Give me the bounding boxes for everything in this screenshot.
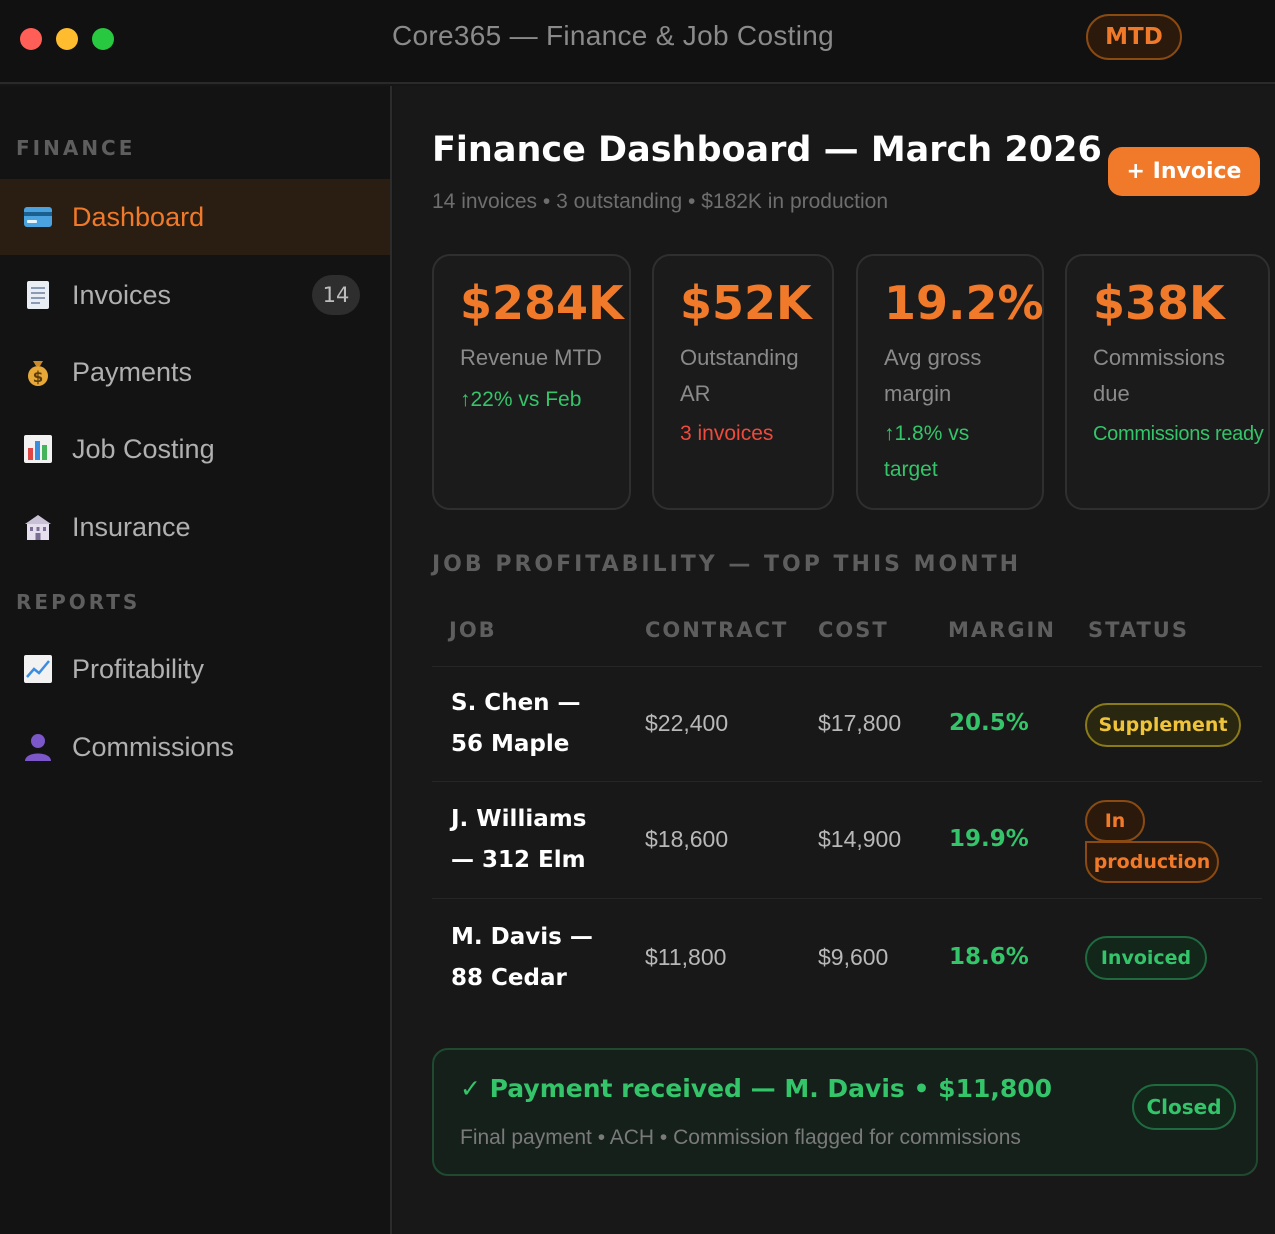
- job-line: — 312 Elm: [451, 847, 586, 873]
- invoice-count-badge: 14: [312, 275, 360, 315]
- kpi-value: 19.2%: [884, 276, 1044, 330]
- cost-cell: $17,800: [818, 710, 902, 736]
- table-title: JOB PROFITABILITY — TOP THIS MONTH: [432, 552, 1022, 577]
- kpi-trend: ↑22% vs Feb: [460, 388, 582, 411]
- margin-cell: 19.9%: [949, 826, 1029, 852]
- sidebar-item-insurance[interactable]: Insurance: [0, 489, 390, 565]
- job-line: J. Williams: [451, 806, 587, 832]
- period-selector[interactable]: MTD: [1086, 14, 1182, 60]
- trend-chart-icon: [22, 653, 54, 685]
- sidebar-item-job-costing[interactable]: Job Costing: [0, 411, 390, 487]
- kpi-value: $52K: [680, 276, 812, 330]
- cost-cell: $9,600: [818, 944, 889, 970]
- kpi-card-gross-margin[interactable]: 19.2% Avg gross margin ↑1.8% vs target: [856, 254, 1044, 510]
- kpi-label: Outstanding AR: [680, 340, 799, 412]
- sidebar-item-label: Job Costing: [72, 433, 215, 464]
- column-header-margin[interactable]: MARGIN: [948, 618, 1056, 642]
- kpi-label-line: Commissions: [1093, 345, 1226, 370]
- bar-chart-icon: [22, 433, 54, 465]
- status-badge: In: [1085, 800, 1145, 842]
- window-title: Core365 — Finance & Job Costing: [392, 20, 834, 51]
- contract-cell: $22,400: [645, 710, 729, 736]
- job-cell: J. Williams — 312 Elm: [451, 799, 621, 881]
- payment-notice[interactable]: ✓ Payment received — M. Davis • $11,800 …: [432, 1048, 1258, 1176]
- title-bar: Core365 — Finance & Job Costing MTD: [0, 0, 1275, 84]
- status-badge: Supplement: [1085, 703, 1241, 747]
- column-header-status[interactable]: STATUS: [1088, 618, 1189, 642]
- person-icon: [22, 731, 54, 763]
- svg-text:$: $: [33, 368, 43, 386]
- cost-cell: $14,900: [818, 826, 902, 852]
- kpi-label: Avg gross margin: [884, 340, 981, 412]
- status-badge: production: [1085, 841, 1219, 883]
- status-badge: Invoiced: [1085, 936, 1207, 980]
- building-icon: [22, 511, 54, 543]
- job-line: 56 Maple: [451, 731, 570, 757]
- job-line: M. Davis —: [451, 924, 593, 950]
- sidebar: FINANCE Dashboard Invoices 14 $ Payments…: [0, 86, 392, 1234]
- kpi-note-line: ↑1.8% vs: [884, 422, 970, 445]
- job-cell: M. Davis — 88 Cedar: [451, 917, 621, 999]
- row-divider: [432, 781, 1262, 782]
- sidebar-item-label: Payments: [72, 356, 193, 387]
- margin-cell: 18.6%: [949, 944, 1029, 970]
- contract-cell: $18,600: [645, 826, 729, 852]
- closed-badge: Closed: [1132, 1084, 1236, 1130]
- kpi-card-outstanding-ar[interactable]: $52K Outstanding AR 3 invoices: [652, 254, 834, 510]
- sidebar-item-payments[interactable]: $ Payments: [0, 334, 390, 410]
- sidebar-section-finance: FINANCE: [16, 136, 136, 160]
- close-window-button[interactable]: [20, 28, 42, 50]
- sidebar-item-dashboard[interactable]: Dashboard: [0, 179, 390, 255]
- kpi-value: $284K: [460, 276, 624, 330]
- sidebar-item-label: Dashboard: [72, 201, 205, 232]
- contract-cell: $11,800: [645, 944, 727, 970]
- kpi-label-line: Outstanding: [680, 345, 799, 370]
- kpi-label: Commissions due: [1093, 340, 1225, 412]
- sidebar-item-profitability[interactable]: Profitability: [0, 631, 390, 707]
- new-invoice-button[interactable]: + Invoice: [1108, 147, 1260, 196]
- sidebar-item-label: Commissions: [72, 731, 235, 762]
- sidebar-item-invoices[interactable]: Invoices 14: [0, 257, 390, 333]
- row-divider: [432, 666, 1262, 667]
- maximize-window-button[interactable]: [92, 28, 114, 50]
- payment-notice-title: ✓ Payment received — M. Davis • $11,800: [460, 1074, 1053, 1103]
- kpi-label-line: Avg gross: [884, 345, 982, 370]
- sidebar-section-reports: REPORTS: [16, 590, 141, 614]
- kpi-value: $38K: [1093, 276, 1225, 330]
- job-line: S. Chen —: [451, 690, 581, 716]
- payment-notice-subtitle: Final payment • ACH • Commission flagged…: [460, 1126, 1021, 1149]
- row-divider: [432, 898, 1262, 899]
- main-content: Finance Dashboard — March 2026 14 invoic…: [394, 86, 1275, 1234]
- kpi-trend: ↑1.8% vs target: [884, 416, 969, 488]
- kpi-card-commissions[interactable]: $38K Commissions due Commissions ready: [1065, 254, 1270, 510]
- sidebar-item-label: Profitability: [72, 653, 205, 684]
- kpi-label-line: margin: [884, 381, 952, 406]
- kpi-label: Revenue MTD: [460, 345, 602, 370]
- document-icon: [22, 279, 54, 311]
- kpi-note: Commissions ready: [1093, 423, 1264, 445]
- column-header-cost[interactable]: COST: [818, 618, 889, 642]
- margin-cell: 20.5%: [949, 710, 1029, 736]
- sidebar-item-commissions[interactable]: Commissions: [0, 709, 390, 785]
- kpi-note: 3 invoices: [680, 422, 774, 445]
- minimize-window-button[interactable]: [56, 28, 78, 50]
- page-subtitle: 14 invoices • 3 outstanding • $182K in p…: [432, 190, 889, 213]
- job-line: 88 Cedar: [451, 965, 567, 991]
- kpi-card-revenue[interactable]: $284K Revenue MTD ↑22% vs Feb: [432, 254, 631, 510]
- sidebar-item-label: Invoices: [72, 279, 172, 310]
- sidebar-item-label: Insurance: [72, 511, 191, 542]
- column-header-job[interactable]: JOB: [449, 618, 497, 642]
- credit-card-icon: [22, 201, 54, 233]
- money-bag-icon: $: [22, 356, 54, 388]
- column-header-contract[interactable]: CONTRACT: [645, 618, 788, 642]
- job-cell: S. Chen — 56 Maple: [451, 683, 621, 765]
- kpi-label-line: AR: [680, 381, 711, 406]
- kpi-note-line: target: [884, 458, 938, 481]
- kpi-label-line: due: [1093, 381, 1130, 406]
- page-title: Finance Dashboard — March 2026: [432, 130, 1102, 170]
